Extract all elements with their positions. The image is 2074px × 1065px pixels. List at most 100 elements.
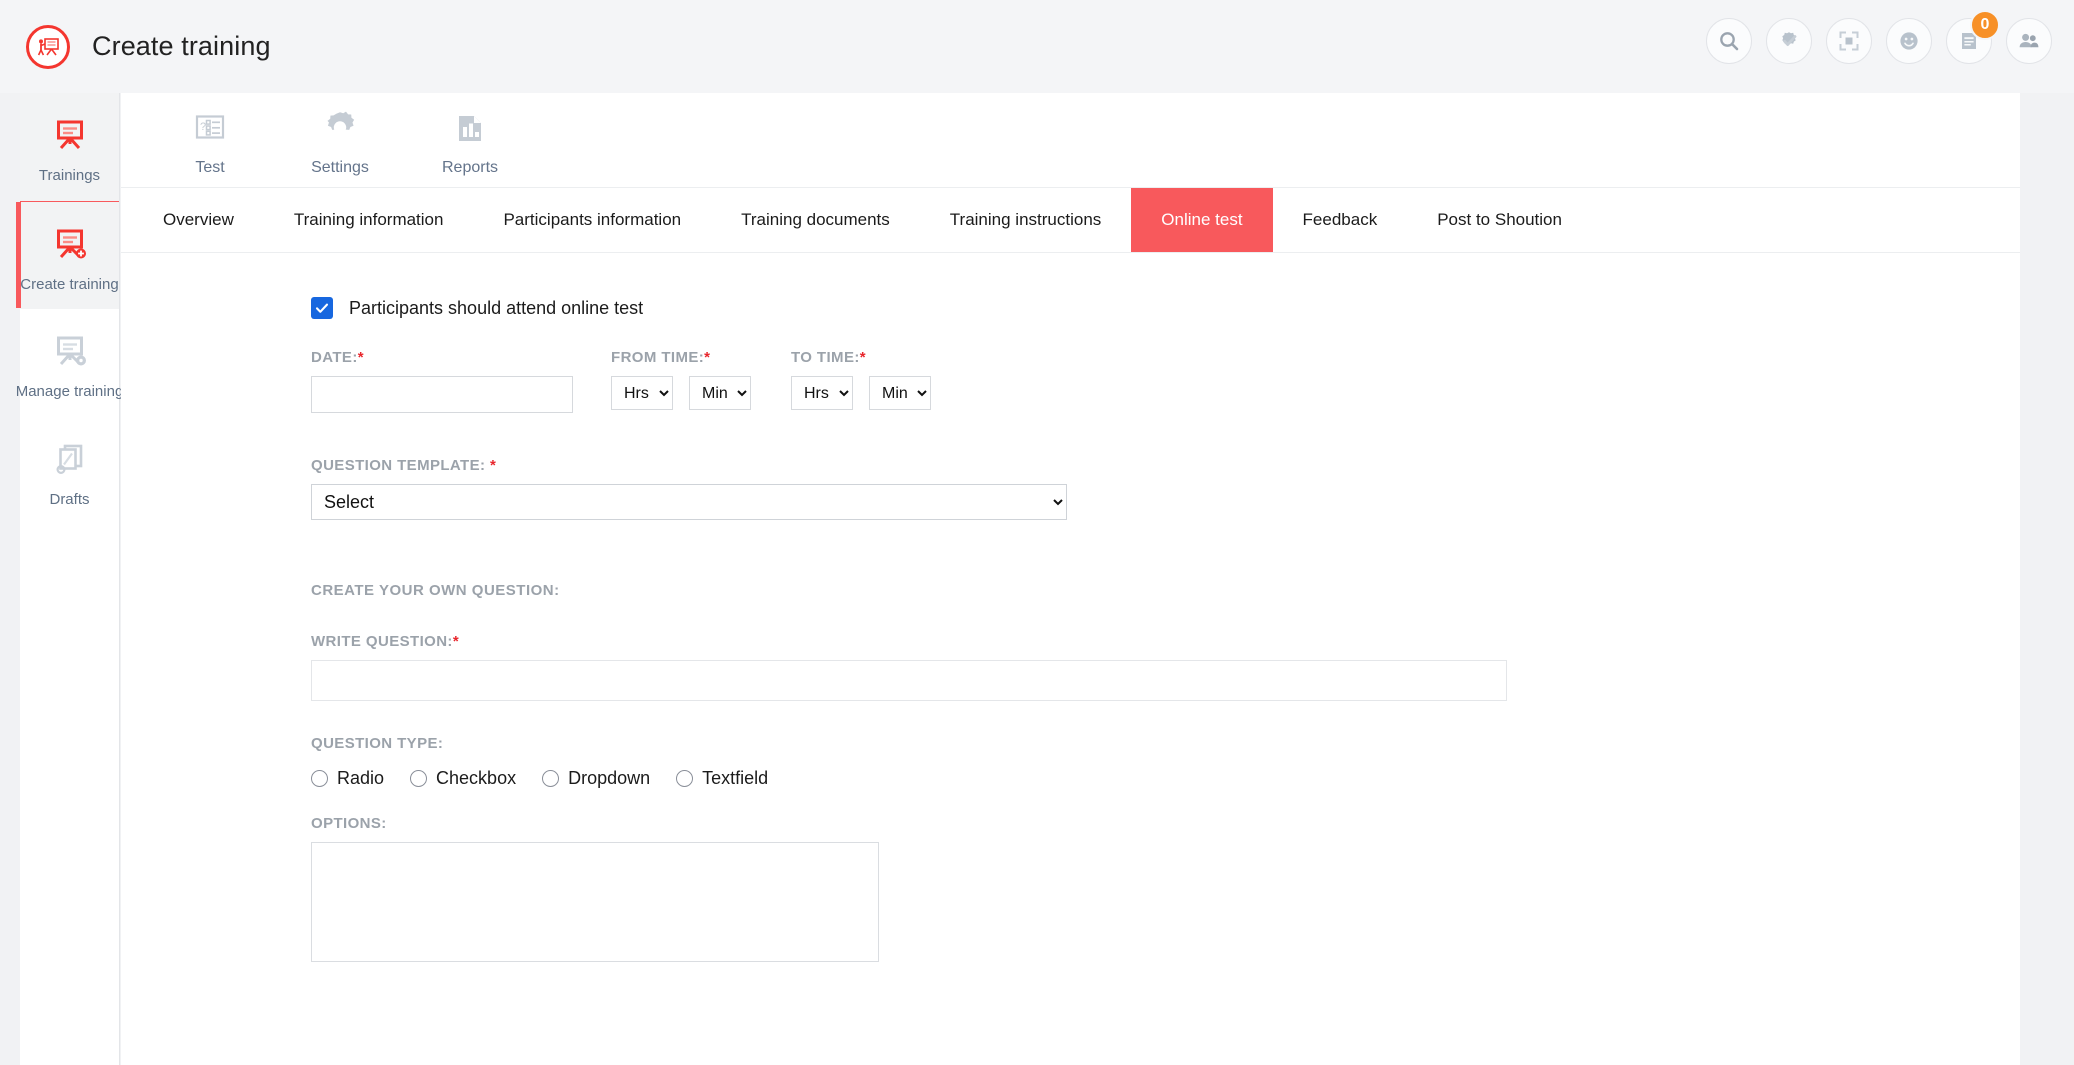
tab-label: Post to Shoution	[1437, 210, 1562, 229]
sidebar-item-label: Drafts	[49, 491, 90, 508]
tab-label: Feedback	[1302, 210, 1378, 229]
question-type-option-checkbox[interactable]: Checkbox	[410, 768, 516, 789]
easel-plus-icon	[49, 218, 91, 270]
gear-check-icon[interactable]	[1766, 18, 1812, 64]
easel-icon	[49, 109, 91, 161]
from-time-label: FROM TIME:*	[611, 349, 791, 366]
question-type-option-label: Checkbox	[436, 768, 517, 788]
fullscreen-icon[interactable]	[1826, 18, 1872, 64]
attend-online-test-label: Participants should attend online test	[349, 297, 644, 318]
tab-training-documents[interactable]: Training documents	[711, 188, 920, 252]
gear-icon	[319, 105, 361, 151]
toolbar-item-label: Reports	[441, 159, 499, 176]
attend-online-test-checkbox[interactable]	[311, 297, 333, 319]
from-time-required-marker: *	[704, 349, 711, 366]
to-time-selects: Hrs Min	[791, 376, 971, 410]
date-label-text: DATE:	[311, 349, 358, 366]
toolbar-item-test[interactable]: ? Test	[145, 105, 275, 177]
question-type-radio-row: Radio Checkbox Dropdown Textfield	[311, 768, 2020, 789]
options-group: OPTIONS:	[311, 815, 2020, 967]
tab-training-information[interactable]: Training information	[264, 188, 474, 252]
page-title: Create training	[92, 31, 271, 61]
question-type-group: QUESTION TYPE: Radio Checkbox Dropdown T…	[311, 735, 2020, 789]
tab-overview[interactable]: Overview	[121, 188, 264, 252]
question-type-option-dropdown[interactable]: Dropdown	[542, 768, 650, 789]
date-input[interactable]	[311, 376, 573, 413]
sidebar-item-label: Create training	[20, 275, 119, 293]
from-time-selects: Hrs Min	[611, 376, 791, 410]
notes-badge: 0	[1970, 10, 2000, 40]
training-easel-logo-icon	[26, 24, 70, 69]
question-template-group: QUESTION TEMPLATE: * Select	[311, 457, 2020, 520]
tab-label: Training instructions	[949, 210, 1102, 229]
radio-circle-icon	[676, 770, 694, 787]
to-time-field-group: TO TIME:* Hrs Min	[791, 349, 971, 410]
to-time-hours-select[interactable]: Hrs	[791, 376, 853, 410]
brand: Create training	[26, 24, 271, 69]
to-time-label-text: TO TIME:	[791, 349, 860, 366]
question-type-option-label: Textfield	[702, 768, 769, 788]
create-your-own-question-label: CREATE YOUR OWN QUESTION:	[311, 582, 560, 599]
write-question-label-text: WRITE QUESTION:	[311, 633, 453, 650]
online-test-form: Participants should attend online test D…	[121, 253, 2020, 967]
check-icon	[315, 303, 329, 313]
radio-circle-icon	[410, 770, 428, 787]
question-template-label: QUESTION TEMPLATE: *	[311, 457, 2020, 474]
toolbar-item-label: Settings	[311, 159, 369, 176]
write-question-input[interactable]	[311, 660, 1507, 701]
question-type-option-label: Radio	[337, 768, 385, 788]
to-time-label: TO TIME:*	[791, 349, 971, 366]
tab-label: Online test	[1161, 210, 1243, 229]
tab-online-test[interactable]: Online test	[1131, 188, 1273, 252]
toolbar-item-reports[interactable]: Reports	[405, 105, 535, 177]
write-question-label: WRITE QUESTION:*	[311, 633, 2020, 650]
sidebar-item-create-training[interactable]: Create training	[16, 201, 119, 309]
question-type-label: QUESTION TYPE:	[311, 735, 444, 752]
write-question-required-marker: *	[452, 633, 460, 650]
question-template-required-marker: *	[490, 457, 497, 474]
easel-gear-icon	[49, 325, 91, 377]
right-gutter	[2020, 93, 2074, 1065]
tab-label: Overview	[163, 210, 234, 229]
sidebar-item-manage-training[interactable]: Manage training	[16, 309, 123, 417]
question-type-option-label: Dropdown	[568, 768, 651, 788]
header-actions: 0	[1706, 10, 2052, 64]
date-field-group: DATE:*	[311, 349, 611, 413]
tab-label: Training documents	[741, 210, 890, 229]
toolbar-item-settings[interactable]: Settings	[275, 105, 405, 177]
question-type-option-radio[interactable]: Radio	[311, 768, 384, 789]
sidebar: Trainings Create training Manage trainin…	[16, 93, 123, 1065]
from-time-label-text: FROM TIME:	[611, 349, 705, 366]
radio-circle-icon	[311, 770, 328, 787]
svg-text:?: ?	[200, 121, 206, 133]
sub-toolbar: ? Test Settings Reports	[121, 93, 2020, 188]
bar-chart-document-icon	[450, 105, 490, 151]
sidebar-item-trainings[interactable]: Trainings	[20, 93, 119, 201]
to-time-required-marker: *	[859, 349, 867, 366]
options-textarea[interactable]	[311, 842, 879, 962]
tab-participants-information[interactable]: Participants information	[473, 188, 711, 252]
toolbar-item-label: Test	[195, 159, 225, 176]
search-icon[interactable]	[1706, 18, 1752, 64]
tab-training-instructions[interactable]: Training instructions	[920, 188, 1132, 252]
notes-icon[interactable]: 0	[1946, 10, 2000, 64]
write-question-group: WRITE QUESTION:*	[311, 633, 2020, 701]
tab-feedback[interactable]: Feedback	[1273, 188, 1408, 252]
tab-bar: Overview Training information Participan…	[121, 188, 2020, 253]
app-root: Create training 0 Trainings Create train…	[0, 0, 2074, 1065]
app-header: Create training 0	[0, 0, 2074, 93]
tab-post-to-shoution[interactable]: Post to Shoution	[1407, 188, 1592, 252]
people-icon[interactable]	[2006, 18, 2052, 64]
from-time-hours-select[interactable]: Hrs	[611, 376, 673, 410]
from-time-minutes-select[interactable]: Min	[689, 376, 751, 410]
date-label: DATE:*	[311, 349, 611, 366]
sidebar-item-label: Trainings	[38, 167, 101, 184]
main-content: ? Test Settings Reports Overview Trainin…	[121, 93, 2020, 1065]
question-template-select[interactable]: Select	[311, 484, 1067, 520]
draft-pencil-icon	[49, 433, 91, 485]
sidebar-item-label: Manage training	[15, 383, 124, 400]
to-time-minutes-select[interactable]: Min	[869, 376, 931, 410]
sidebar-item-drafts[interactable]: Drafts	[20, 417, 119, 525]
question-type-option-textfield[interactable]: Textfield	[676, 768, 768, 789]
smiley-icon[interactable]	[1886, 18, 1932, 64]
